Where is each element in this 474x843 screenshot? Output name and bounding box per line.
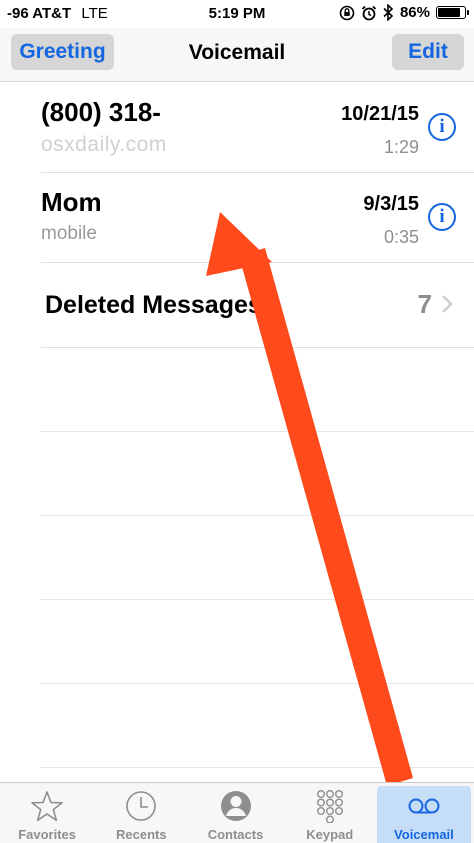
navigation-bar: Greeting Voicemail Edit: [0, 28, 474, 82]
voicemail-caller: (800) 318-: [41, 97, 161, 127]
tab-label: Voicemail: [394, 827, 454, 842]
bluetooth-icon: [383, 4, 394, 21]
rotation-lock-icon: [339, 5, 355, 20]
tab-bar: Favorites Recents Contacts Keypad Voicem…: [0, 782, 474, 843]
tab-keypad[interactable]: Keypad: [283, 783, 377, 843]
tab-recents[interactable]: Recents: [94, 783, 188, 843]
tab-label: Recents: [116, 827, 167, 842]
star-icon: [31, 791, 63, 822]
battery-icon: [436, 6, 469, 19]
tab-label: Contacts: [207, 827, 264, 842]
voicemail-date: 10/21/15: [341, 103, 419, 125]
voicemail-row[interactable]: (800) 318- osxdaily.com 10/21/15 1:29 i: [0, 83, 474, 173]
list-divider: [0, 516, 474, 600]
tab-label: Favorites: [18, 827, 76, 842]
list-divider: [0, 432, 474, 516]
tab-label: Keypad: [306, 827, 354, 842]
tab-favorites[interactable]: Favorites: [0, 783, 94, 843]
voicemail-duration: 0:35: [383, 227, 419, 247]
voicemail-duration: 1:29: [383, 137, 419, 157]
battery-fill: [438, 8, 461, 17]
voicemail-row[interactable]: Mom mobile 9/3/15 0:35 i: [0, 173, 474, 263]
voicemail-subtitle: osxdaily.com: [41, 133, 167, 156]
deleted-messages-count: 7: [417, 289, 432, 319]
edit-button[interactable]: Edit: [392, 34, 464, 70]
voicemail-icon: [408, 798, 440, 814]
battery-percent: 86%: [399, 4, 430, 21]
list-divider: [0, 600, 474, 684]
clock-icon: [126, 791, 157, 821]
status-indicators: 86%: [339, 4, 469, 21]
voicemail-list: (800) 318- osxdaily.com 10/21/15 1:29 i …: [0, 83, 474, 768]
info-icon[interactable]: i: [428, 113, 456, 141]
info-icon[interactable]: i: [428, 203, 456, 231]
list-divider: [0, 684, 474, 768]
status-bar: -96 AT&T LTE 5:19 PM 86%: [0, 0, 474, 28]
keypad-icon: [316, 790, 343, 823]
tab-contacts[interactable]: Contacts: [188, 783, 282, 843]
list-divider: [0, 348, 474, 432]
voicemail-caller: Mom: [41, 187, 102, 217]
chevron-right-icon: [442, 295, 453, 313]
voicemail-subtitle: mobile: [41, 223, 97, 244]
alarm-icon: [361, 5, 377, 20]
deleted-messages-label: Deleted Messages: [45, 291, 262, 319]
deleted-messages-row[interactable]: Deleted Messages 7: [0, 263, 474, 348]
tab-voicemail[interactable]: Voicemail: [376, 786, 472, 843]
person-icon: [220, 791, 251, 821]
voicemail-date: 9/3/15: [363, 193, 419, 215]
